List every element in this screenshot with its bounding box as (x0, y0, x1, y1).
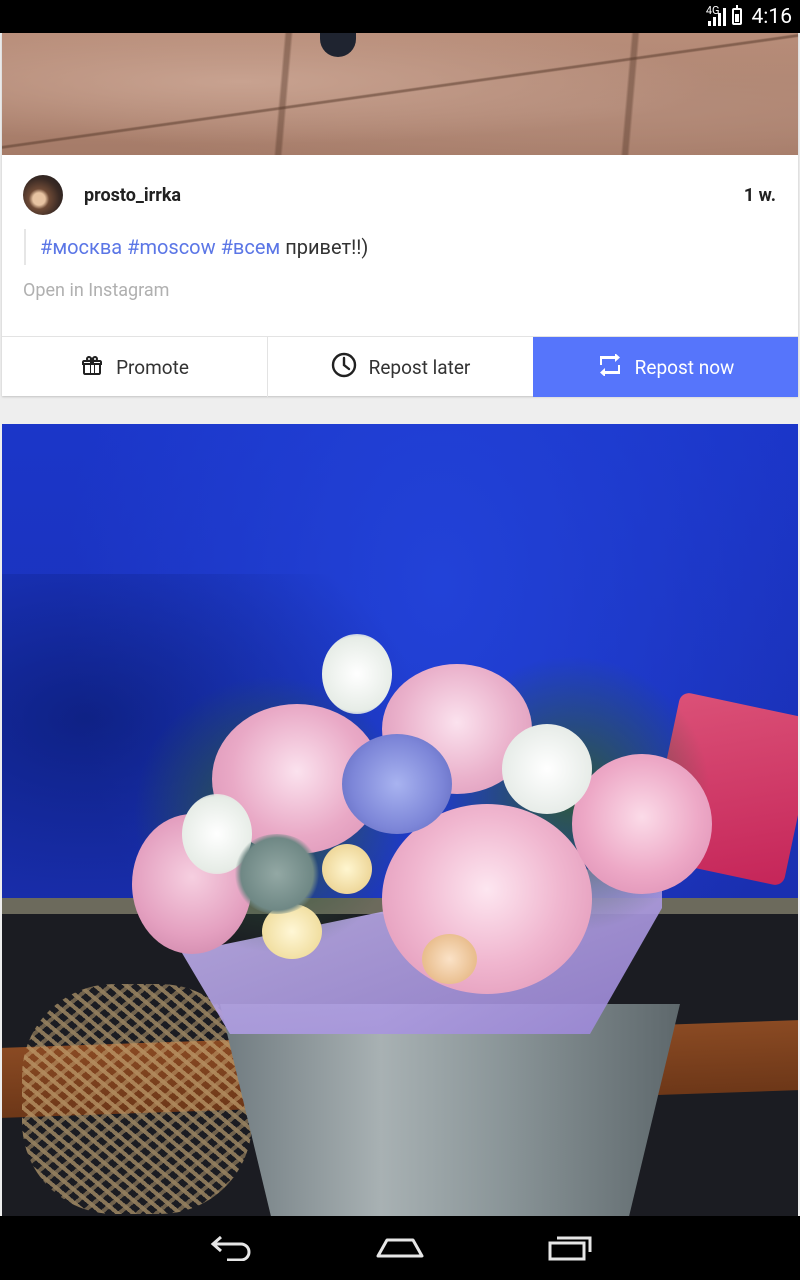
repost-icon (597, 352, 623, 381)
post-card: prosto_irrka 1 w. #москва #moscow #всем … (2, 33, 798, 397)
repost-later-label: Repost later (368, 355, 471, 379)
caption-text: привет!!) (285, 235, 369, 259)
hashtag-link[interactable]: #всем (221, 235, 281, 259)
action-bar: Promote Repost later Repost now (2, 336, 798, 397)
post-image[interactable] (2, 33, 798, 155)
back-icon[interactable] (200, 1228, 260, 1268)
recents-icon[interactable] (540, 1228, 600, 1268)
hashtag-link[interactable]: #москва (40, 235, 122, 259)
repost-now-label: Repost now (634, 355, 735, 379)
status-bar: 4G 4:16 (0, 0, 800, 33)
avatar[interactable] (23, 175, 63, 215)
post-caption: #москва #moscow #всем привет!!) (24, 229, 368, 265)
post-age: 1 w. (743, 185, 776, 206)
post-image-bouquet[interactable] (2, 424, 798, 1216)
open-in-instagram-link[interactable]: Open in Instagram (23, 280, 169, 301)
hashtag-link[interactable]: #moscow (127, 235, 216, 259)
clock: 4:16 (751, 4, 793, 29)
repost-later-button[interactable]: Repost later (267, 337, 533, 397)
post-header: prosto_irrka 1 w. (2, 155, 798, 235)
gift-icon (80, 353, 104, 382)
battery-icon (731, 5, 742, 25)
navigation-bar (0, 1216, 800, 1280)
network-type: 4G (705, 4, 720, 17)
username[interactable]: prosto_irrka (84, 185, 181, 206)
promote-button[interactable]: Promote (2, 337, 267, 397)
home-icon[interactable] (370, 1228, 430, 1268)
promote-label: Promote (116, 355, 189, 379)
repost-now-button[interactable]: Repost now (533, 337, 798, 397)
clock-icon (331, 352, 357, 383)
